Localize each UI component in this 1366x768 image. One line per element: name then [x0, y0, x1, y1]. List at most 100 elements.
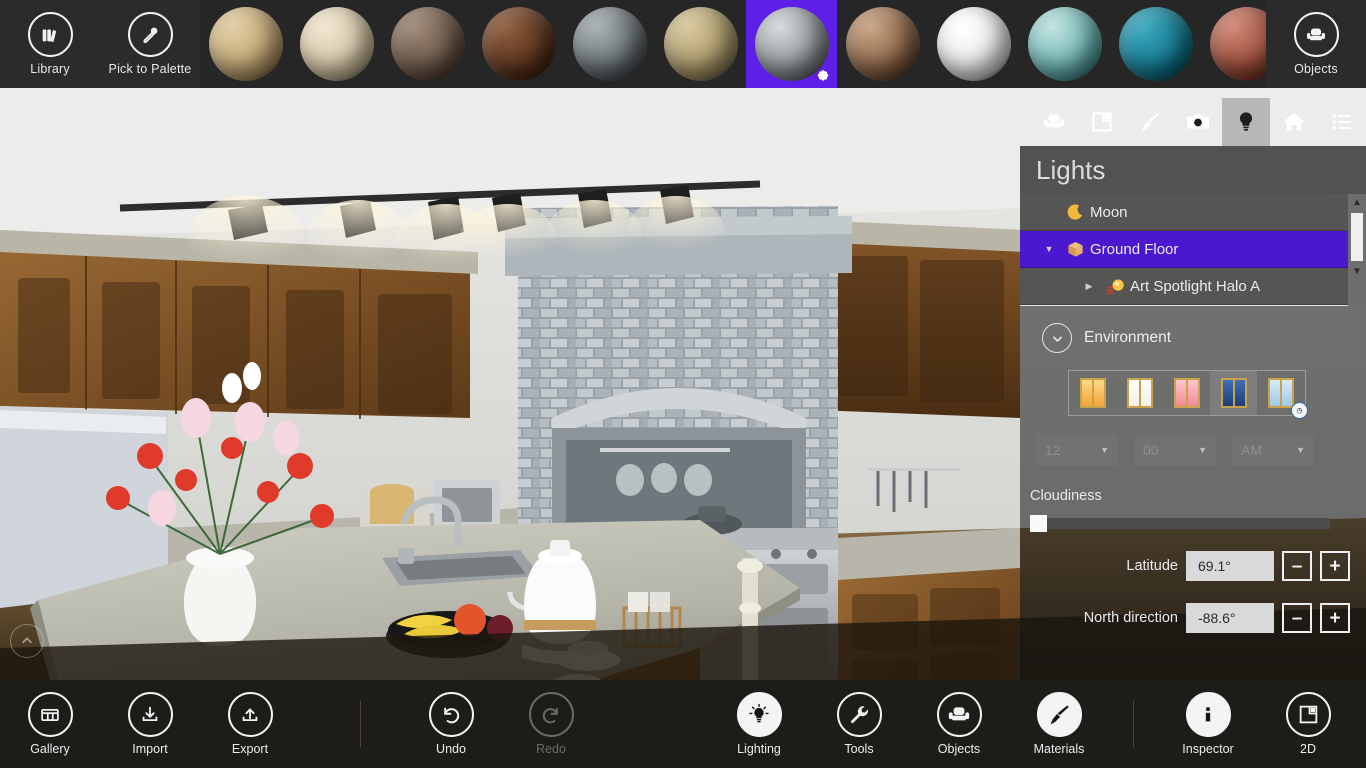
- environment-header[interactable]: Environment: [1020, 306, 1366, 353]
- material-swatch-teal-marble[interactable]: [1019, 0, 1110, 88]
- north-direction-minus-button[interactable]: –: [1282, 603, 1312, 633]
- library-button[interactable]: Library: [0, 0, 100, 88]
- lights-tree[interactable]: Moon ▼ Ground Floor ▶ Art Spotlight Halo A ▲…: [1020, 194, 1366, 306]
- north-direction-row: North direction -88.6° – +: [1020, 603, 1366, 633]
- latitude-field[interactable]: 69.1°: [1186, 551, 1274, 581]
- objects-top-button[interactable]: Objects: [1266, 0, 1366, 88]
- material-swatch-cream-plaster[interactable]: [291, 0, 382, 88]
- material-swatch-strip[interactable]: [200, 0, 1266, 88]
- gear-icon[interactable]: [815, 67, 830, 82]
- twod-button[interactable]: 2D: [1258, 680, 1358, 768]
- minute-dropdown[interactable]: 00 ▼: [1134, 434, 1216, 466]
- import-button[interactable]: Import: [100, 680, 200, 768]
- environment-label: Environment: [1084, 329, 1172, 346]
- material-swatch-grey-shingle[interactable]: [746, 0, 837, 88]
- north-direction-label: North direction: [1083, 610, 1178, 626]
- latitude-label: Latitude: [1126, 558, 1178, 574]
- gallery-button-label: Gallery: [30, 742, 70, 756]
- material-swatch-white-gloss[interactable]: [928, 0, 1019, 88]
- books-icon: [27, 12, 73, 57]
- objects-button[interactable]: Objects: [909, 680, 1009, 768]
- lighting-button[interactable]: Lighting: [709, 680, 809, 768]
- floorplan-2d-icon[interactable]: [1078, 98, 1126, 146]
- tree-item-ground-floor[interactable]: ▼ Ground Floor: [1020, 231, 1366, 268]
- toolbar-divider-2: [1133, 701, 1134, 747]
- scroll-down-arrow[interactable]: ▼: [1348, 263, 1366, 280]
- material-swatch-dark-wood-plank[interactable]: [473, 0, 564, 88]
- latitude-minus-button[interactable]: –: [1282, 551, 1312, 581]
- materials-brush-icon[interactable]: [1126, 98, 1174, 146]
- cloudiness-slider[interactable]: [1030, 515, 1330, 532]
- bulb-icon: [736, 692, 782, 737]
- material-swatch-light-wood[interactable]: [200, 0, 291, 88]
- material-swatch-sand-stucco[interactable]: [655, 0, 746, 88]
- menu-list-icon[interactable]: [1318, 98, 1366, 146]
- preset-night[interactable]: [1210, 371, 1257, 415]
- redo-icon: [528, 692, 574, 737]
- brush-icon: [1036, 692, 1082, 737]
- floorplan-icon: [1285, 692, 1331, 737]
- scroll-up-arrow[interactable]: ▲: [1348, 194, 1366, 211]
- tree-item-art-spotlight-halo-a[interactable]: ▶ Art Spotlight Halo A: [1020, 268, 1366, 305]
- objects-icon[interactable]: [1030, 98, 1078, 146]
- panel-title: Lights: [1020, 146, 1366, 194]
- chevron-down-icon: ▼: [1100, 445, 1109, 455]
- export-button[interactable]: Export: [200, 680, 300, 768]
- undo-button-label: Undo: [436, 742, 466, 756]
- lighting-bulb-icon[interactable]: [1222, 98, 1270, 146]
- sofa-icon: [1293, 12, 1339, 57]
- material-swatch-teal-carpet[interactable]: [1110, 0, 1201, 88]
- redo-button: Redo: [501, 680, 601, 768]
- preset-sunrise[interactable]: [1069, 371, 1116, 415]
- import-icon: [127, 692, 173, 737]
- environment-presets[interactable]: ◷: [1068, 370, 1308, 419]
- chevron-down-icon[interactable]: [1042, 323, 1072, 353]
- hour-dropdown[interactable]: 12 ▼: [1036, 434, 1118, 466]
- material-swatch-grey-wood-plank[interactable]: [382, 0, 473, 88]
- info-icon: [1185, 692, 1231, 737]
- swatch-sphere: [845, 7, 920, 81]
- pick-to-palette-button[interactable]: Pick to Palette: [100, 0, 200, 88]
- preset-daylight[interactable]: [1116, 371, 1163, 415]
- tree-scrollbar[interactable]: ▲ ▼: [1348, 194, 1366, 306]
- material-swatch-red-brick[interactable]: [1201, 0, 1266, 88]
- preset-sunset[interactable]: [1163, 371, 1210, 415]
- export-button-label: Export: [231, 742, 269, 756]
- hour-value: 12: [1045, 442, 1061, 458]
- materials-button[interactable]: Materials: [1009, 680, 1109, 768]
- scrollbar-thumb[interactable]: [1351, 213, 1363, 261]
- material-swatch-grey-brick[interactable]: [564, 0, 655, 88]
- tree-twisty-icon[interactable]: ▶: [1078, 281, 1100, 292]
- north-direction-field[interactable]: -88.6°: [1186, 603, 1274, 633]
- objects-button-label: Objects: [937, 742, 981, 756]
- moon-icon: [1060, 203, 1090, 222]
- top-toolbar: Library Pick to Palette Objects: [0, 0, 1366, 88]
- export-icon: [227, 692, 273, 737]
- tree-twisty-icon[interactable]: ▼: [1038, 244, 1060, 254]
- undo-button[interactable]: Undo: [401, 680, 501, 768]
- home-icon[interactable]: [1270, 98, 1318, 146]
- objects-top-label: Objects: [1294, 62, 1338, 76]
- preset-custom-time[interactable]: ◷: [1257, 371, 1308, 419]
- swatch-sphere: [663, 7, 738, 81]
- tools-button[interactable]: Tools: [809, 680, 909, 768]
- app-window: Library Pick to Palette Objects Lights M…: [0, 0, 1366, 768]
- swatch-sphere: [390, 7, 465, 81]
- inspector-button[interactable]: Inspector: [1158, 680, 1258, 768]
- north-direction-plus-button[interactable]: +: [1320, 603, 1350, 633]
- undo-icon: [428, 692, 474, 737]
- spotlight-icon: [1100, 276, 1130, 297]
- camera-icon[interactable]: [1174, 98, 1222, 146]
- viewport-collapse-button[interactable]: [10, 624, 44, 658]
- swatch-sphere: [208, 7, 283, 81]
- meridiem-value: AM: [1241, 442, 1262, 458]
- meridiem-dropdown[interactable]: AM ▼: [1232, 434, 1314, 466]
- materials-button-label: Materials: [1033, 742, 1085, 756]
- latitude-row: Latitude 69.1° – +: [1020, 551, 1366, 581]
- gallery-button[interactable]: Gallery: [0, 680, 100, 768]
- tree-item-moon[interactable]: Moon: [1020, 194, 1366, 231]
- latitude-plus-button[interactable]: +: [1320, 551, 1350, 581]
- cloudiness-slider-thumb[interactable]: [1030, 515, 1047, 532]
- redo-button-label: Redo: [536, 742, 566, 756]
- material-swatch-woven-wood[interactable]: [837, 0, 928, 88]
